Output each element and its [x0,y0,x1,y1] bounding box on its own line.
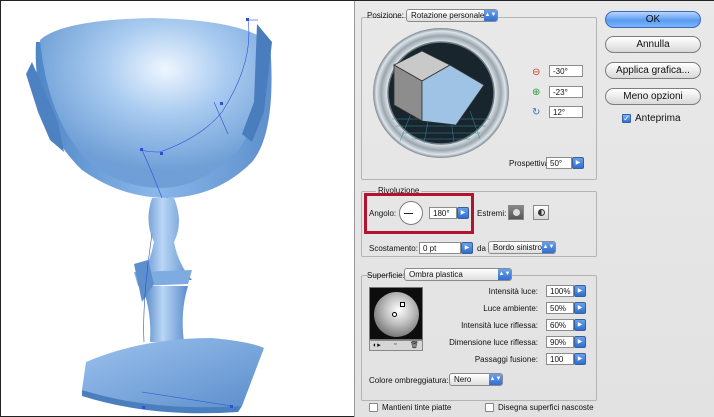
estremi-off-icon[interactable] [533,205,549,220]
estremi-on-icon[interactable] [508,205,524,220]
passaggi-label: Passaggi fusione: [474,355,538,364]
posizione-label: Posizione: [367,11,404,20]
intensita-luce-slider-button[interactable]: ▶ [574,285,586,297]
prospettiva-label: Prospettiva: [509,159,552,168]
annulla-button[interactable]: Annulla [605,36,701,53]
goblet-artwork [26,18,272,414]
intensita-luce-field[interactable]: 100% [546,285,574,297]
intensita-riflessa-slider-button[interactable]: ▶ [574,319,586,331]
applica-grafica-button[interactable]: Applica grafica... [605,62,701,79]
artboard-canvas[interactable] [2,2,354,416]
dimensione-riflessa-slider-button[interactable]: ▶ [574,336,586,348]
disegna-superfici-label: Disegna superfici nascoste [498,403,594,412]
scostamento-slider-button[interactable]: ▶ [461,242,473,254]
rotation-z-field[interactable]: 12° [549,106,583,118]
prospettiva-slider-button[interactable]: ▶ [572,157,584,169]
select-arrow-icon: ▲▼ [498,269,511,280]
trash-icon[interactable]: 🗑 [410,341,419,349]
rotation-trackball[interactable] [372,27,510,159]
rotation-y-field[interactable]: -23° [549,86,583,98]
ok-button[interactable]: OK [605,11,701,28]
app-window: Posizione: Rotazione personale ▲▼ ⊖ -30°… [0,0,714,417]
select-arrow-icon: ▲▼ [489,374,502,385]
passaggi-field[interactable]: 100 [546,353,574,365]
new-light-icon[interactable]: ▫ [394,341,396,348]
da-select[interactable]: Bordo sinistro ▲▼ [488,241,556,254]
luce-ambiente-field[interactable]: 50% [546,302,574,314]
da-label: da [477,244,486,253]
posizione-preset-select[interactable]: Rotazione personale ▲▼ [406,9,498,22]
colore-ombreggiatura-select[interactable]: Nero ▲▼ [449,373,503,386]
select-arrow-icon: ▲▼ [542,242,555,253]
rotate-x-icon: ⊖ [532,67,541,78]
intensita-riflessa-field[interactable]: 60% [546,319,574,331]
luce-ambiente-label: Luce ambiente: [483,304,538,313]
anteprima-label: Anteprima [635,113,681,124]
mantieni-tinte-checkbox[interactable] [369,403,378,412]
dimensione-riflessa-label: Dimensione luce riflessa: [449,338,538,347]
intensita-luce-label: Intensità luce: [488,287,538,296]
superficie-select[interactable]: Ombra plastica ▲▼ [404,268,512,281]
passaggi-slider-button[interactable]: ▶ [574,353,586,365]
select-arrow-icon: ▲▼ [484,10,497,21]
light-handle[interactable] [400,302,405,307]
colore-ombreggiatura-label: Colore ombreggiatura: [369,376,449,385]
rotate-y-icon: ⊕ [532,87,541,98]
light-target [392,312,397,317]
light-sphere-toolbar: ◐▸ ▫ 🗑 [369,340,423,351]
superficie-label: Superficie: [367,271,405,280]
light-sphere-preview[interactable] [369,287,423,340]
scostamento-field[interactable]: 0 pt [419,242,461,254]
angolo-highlight-box [364,193,474,234]
intensita-riflessa-label: Intensità luce riflessa: [461,321,538,330]
prospettiva-field[interactable]: 50° [546,157,572,169]
light-back-icon[interactable]: ◐▸ [373,341,381,349]
dimensione-riflessa-field[interactable]: 90% [546,336,574,348]
disegna-superfici-checkbox[interactable] [485,403,494,412]
scostamento-label: Scostamento: [369,244,418,253]
rotate-z-icon: ↻ [532,107,541,118]
meno-opzioni-button[interactable]: Meno opzioni [605,88,701,105]
estremi-label: Estremi: [477,209,507,218]
rotation-x-field[interactable]: -30° [549,65,583,77]
mantieni-tinte-label: Mantieni tinte piatte [382,403,452,412]
anteprima-checkbox[interactable]: ✓ [622,114,631,123]
luce-ambiente-slider-button[interactable]: ▶ [574,302,586,314]
